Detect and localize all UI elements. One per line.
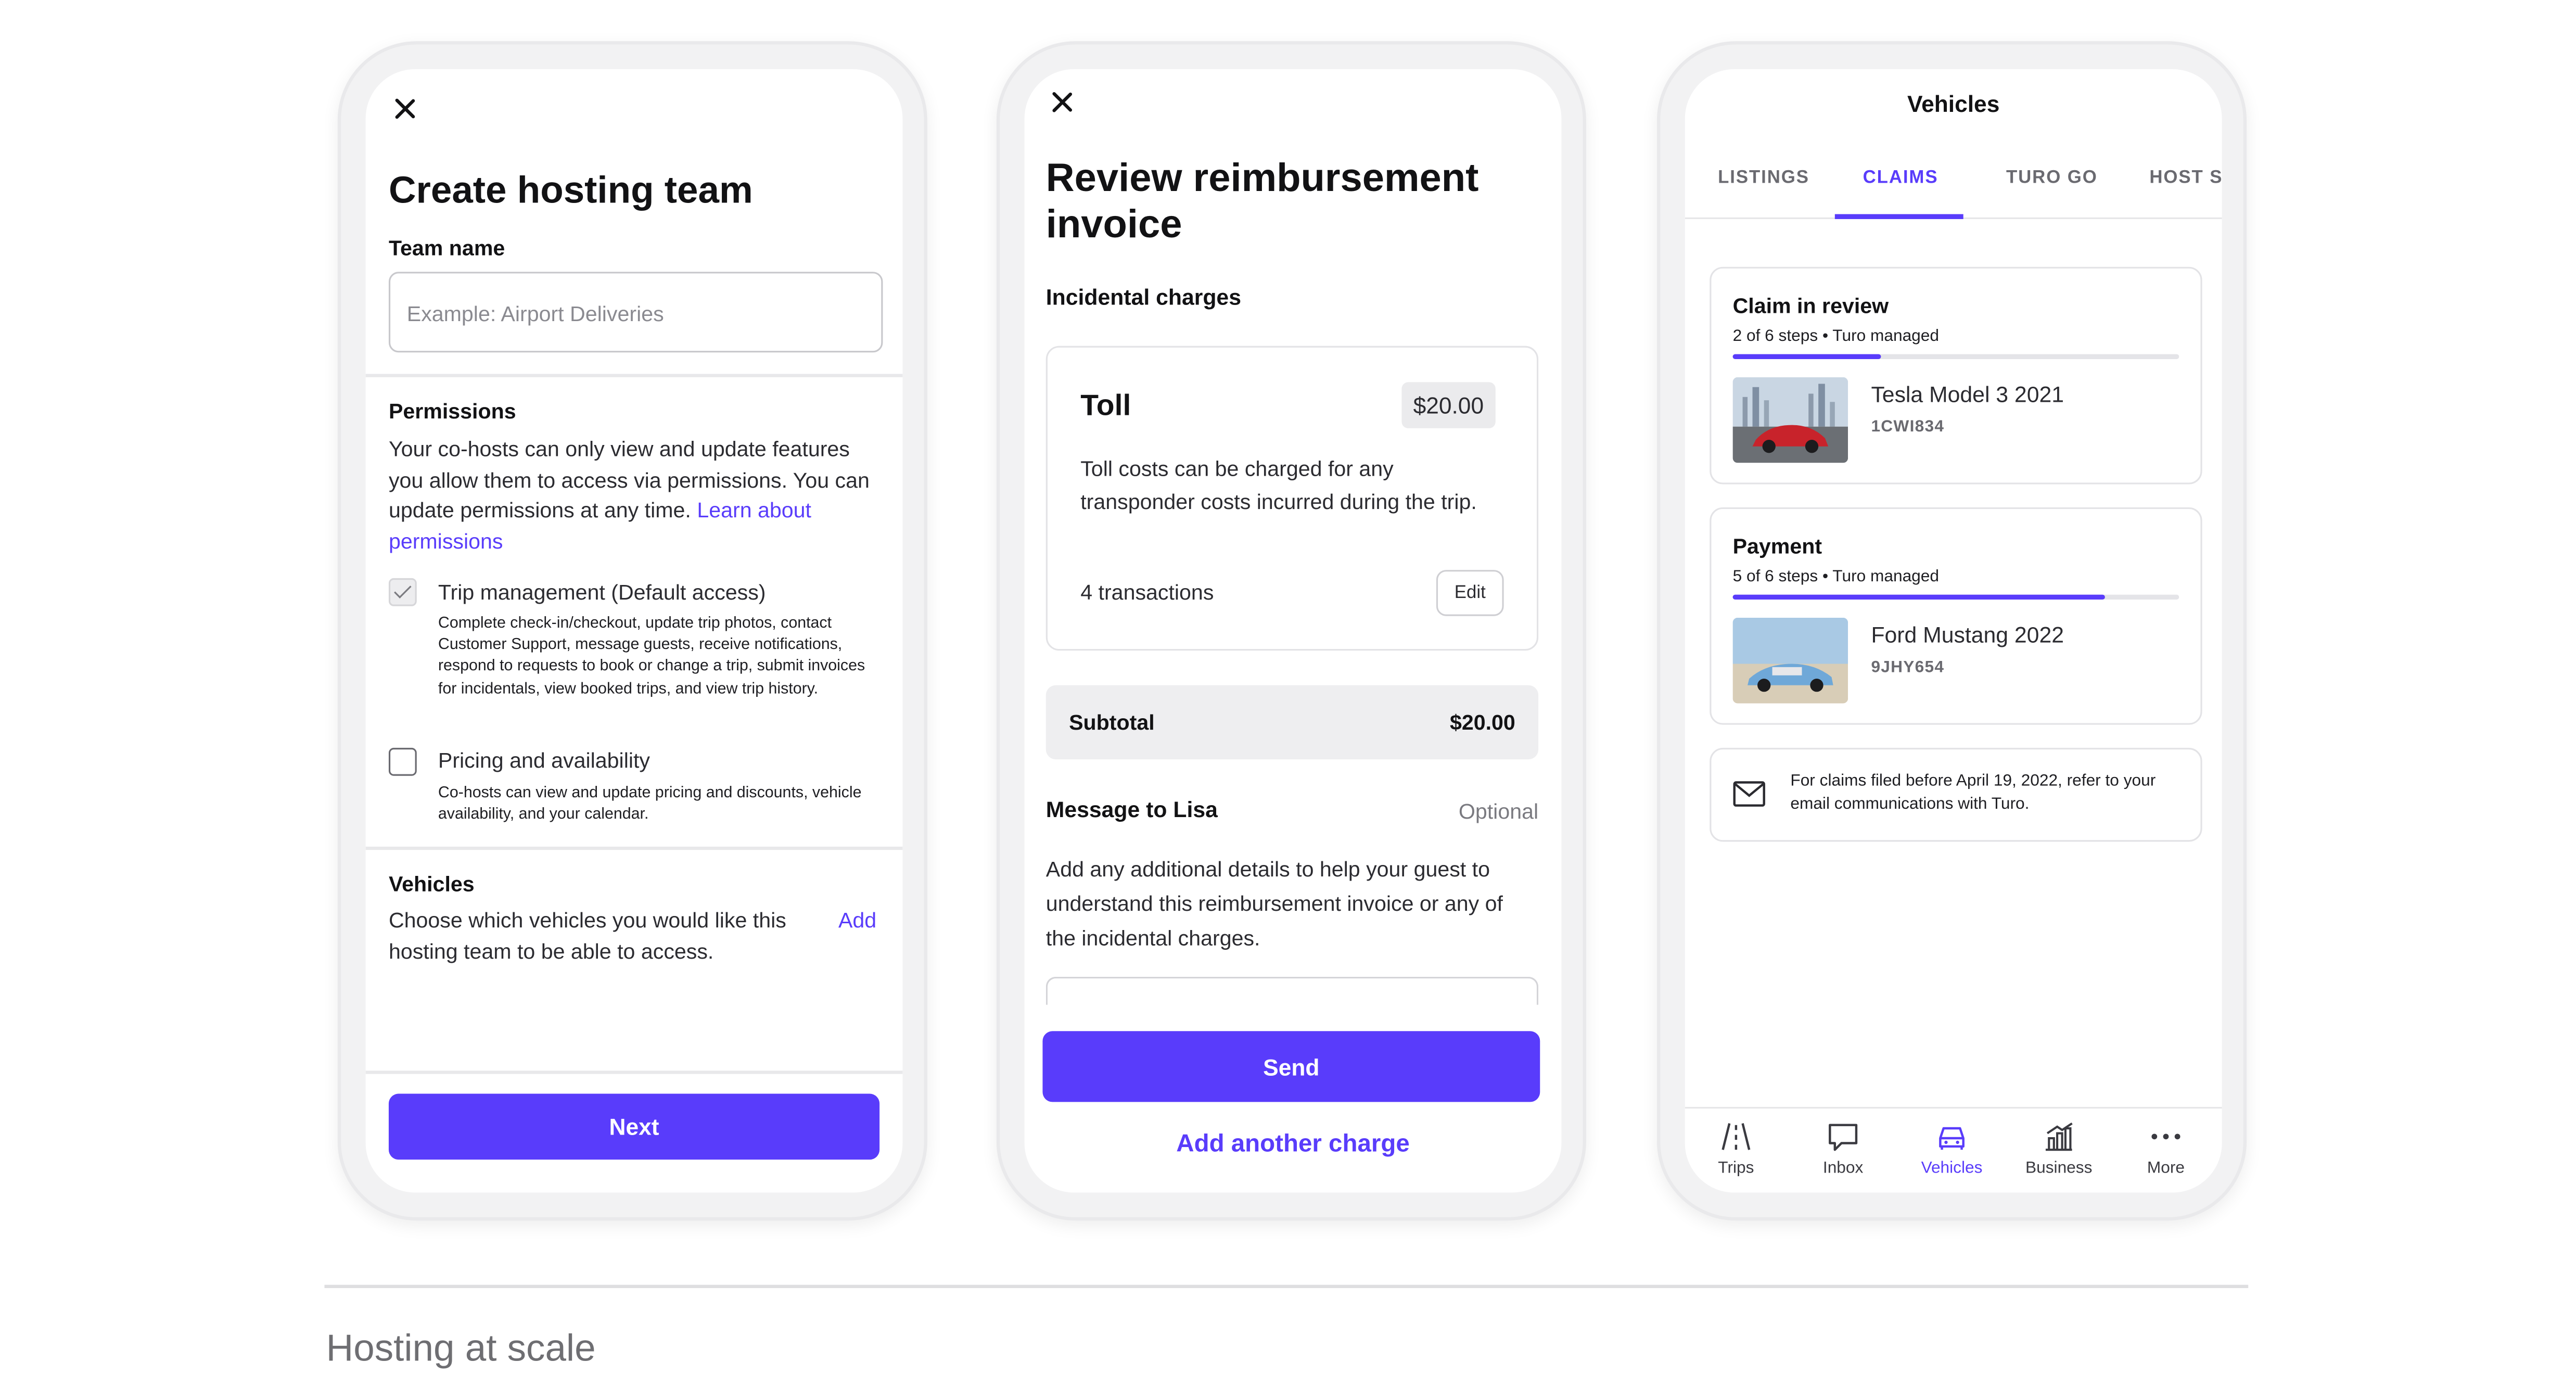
incidental-charges-heading: Incidental charges (1045, 285, 1241, 310)
tab-vehicles[interactable]: Vehicles (1903, 1118, 2001, 1178)
tab-listings[interactable]: LISTINGS (1718, 168, 1809, 188)
license-plate: 1CWI834 (1871, 418, 1945, 437)
close-icon[interactable] (389, 92, 422, 125)
notice-text: For claims filed before April 19, 2022, … (1790, 772, 2156, 814)
divider (365, 846, 903, 849)
section-divider (324, 1284, 2249, 1289)
divider (365, 374, 903, 377)
transactions-count: 4 transactions (1080, 580, 1214, 605)
tab-label: Trips (1718, 1160, 1754, 1178)
page-title: Create hosting team (388, 168, 753, 211)
tab-inbox[interactable]: Inbox (1794, 1118, 1893, 1178)
claim-steps: 5 of 6 steps • Turo managed (1732, 568, 1939, 587)
phone-create-hosting-team: Create hosting team Team name Example: A… (337, 41, 927, 1221)
toll-charge-card[interactable]: Toll $20.00 Toll costs can be charged fo… (1045, 346, 1539, 651)
tab-host-se[interactable]: HOST SE (2149, 168, 2222, 188)
claim-progress-bar (1732, 594, 2179, 600)
claim-progress-fill (1732, 594, 2105, 600)
divider (365, 1071, 903, 1073)
tab-more[interactable]: More (2116, 1118, 2215, 1178)
active-tab-indicator (1834, 214, 1963, 219)
charge-price: $20.00 (1401, 382, 1496, 428)
screen-title: Vehicles (1907, 91, 2000, 117)
message-label: Message to Lisa (1045, 797, 1218, 822)
page-title: Review reimbursement invoice (1045, 156, 1479, 247)
charge-description: Toll costs can be charged for any transp… (1080, 456, 1477, 513)
car-icon (1939, 1127, 1965, 1150)
tab-turo-go[interactable]: TURO GO (2006, 168, 2098, 188)
more-icon (2151, 1134, 2180, 1140)
team-name-input[interactable]: Example: Airport Deliveries (388, 272, 883, 353)
message-optional: Optional (1458, 799, 1539, 824)
team-name-label: Team name (388, 235, 505, 261)
tab-label: Inbox (1822, 1160, 1864, 1178)
license-plate: 9JHY654 (1871, 659, 1945, 677)
subtotal-value: $20.00 (1449, 710, 1515, 735)
car-model: Tesla Model 3 2021 (1871, 382, 2064, 407)
car-photo (1732, 377, 1848, 463)
chat-icon (1829, 1124, 1858, 1151)
car-photo (1732, 617, 1848, 704)
pricing-availability-label: Pricing and availability (438, 747, 650, 773)
chart-icon (2045, 1122, 2073, 1151)
add-another-charge-link[interactable]: Add another charge (1025, 1130, 1562, 1158)
close-icon[interactable] (1046, 86, 1079, 119)
claim-status-title: Claim in review (1732, 293, 1889, 318)
phone-vehicles-claims: Vehicles LISTINGS CLAIMS TURO GO HOST SE… (1656, 41, 2247, 1221)
claim-steps: 2 of 6 steps • Turo managed (1732, 327, 1939, 346)
team-name-placeholder: Example: Airport Deliveries (406, 301, 664, 326)
edit-charge-button[interactable]: Edit (1436, 570, 1504, 616)
vehicle-tabs: LISTINGS CLAIMS TURO GO HOST SE (1685, 148, 2222, 219)
car-model: Ford Mustang 2022 (1871, 622, 2064, 647)
subtotal-label: Subtotal (1069, 710, 1155, 735)
permissions-title: Permissions (388, 398, 516, 424)
tab-label: More (2147, 1160, 2185, 1178)
next-button[interactable]: Next (388, 1093, 880, 1160)
claim-status-title: Payment (1732, 533, 1822, 558)
review-invoice-screen: Review reimbursement invoice Incidental … (1024, 69, 1562, 1193)
create-hosting-team-screen: Create hosting team Team name Example: A… (365, 69, 903, 1193)
bottom-tab-bar: Trips Inbox Vehicles Business More (1685, 1106, 2222, 1193)
charge-title: Toll (1080, 388, 1131, 422)
claim-card-tesla[interactable]: Claim in review 2 of 6 steps • Turo mana… (1710, 266, 2202, 485)
claim-card-mustang[interactable]: Payment 5 of 6 steps • Turo managed Ford… (1710, 507, 2202, 725)
road-icon (1721, 1123, 1751, 1150)
pricing-availability-description: Co-hosts can view and update pricing and… (438, 784, 862, 824)
send-button[interactable]: Send (1042, 1031, 1540, 1102)
tab-label: Vehicles (1921, 1160, 1983, 1178)
trip-management-label: Trip management (Default access) (438, 580, 766, 605)
claim-progress-fill (1732, 354, 1882, 359)
tab-claims[interactable]: CLAIMS (1863, 168, 1939, 188)
section-title: Hosting at scale (326, 1326, 596, 1369)
trip-management-description: Complete check-in/checkout, update trip … (438, 614, 865, 698)
trip-management-checkbox[interactable] (388, 578, 417, 606)
tab-business[interactable]: Business (2009, 1118, 2108, 1178)
claim-progress-bar (1732, 354, 2179, 359)
claims-notice: For claims filed before April 19, 2022, … (1710, 747, 2202, 842)
tab-trips[interactable]: Trips (1687, 1118, 1786, 1178)
permissions-description: Your co-hosts can only view and update f… (389, 435, 883, 557)
pricing-availability-checkbox[interactable] (388, 747, 417, 776)
subtotal-row: Subtotal $20.00 (1045, 685, 1539, 760)
envelope-icon (1733, 781, 1765, 807)
vehicles-description: Choose which vehicles you would like thi… (388, 907, 786, 963)
add-vehicles-link[interactable]: Add (838, 906, 876, 937)
message-help-text: Add any additional details to help your … (1045, 856, 1503, 951)
vehicles-claims-screen: Vehicles LISTINGS CLAIMS TURO GO HOST SE… (1685, 69, 2222, 1193)
vehicles-title: Vehicles (388, 871, 475, 896)
tab-label: Business (2025, 1160, 2093, 1178)
phone-review-invoice: Review reimbursement invoice Incidental … (996, 41, 1586, 1221)
